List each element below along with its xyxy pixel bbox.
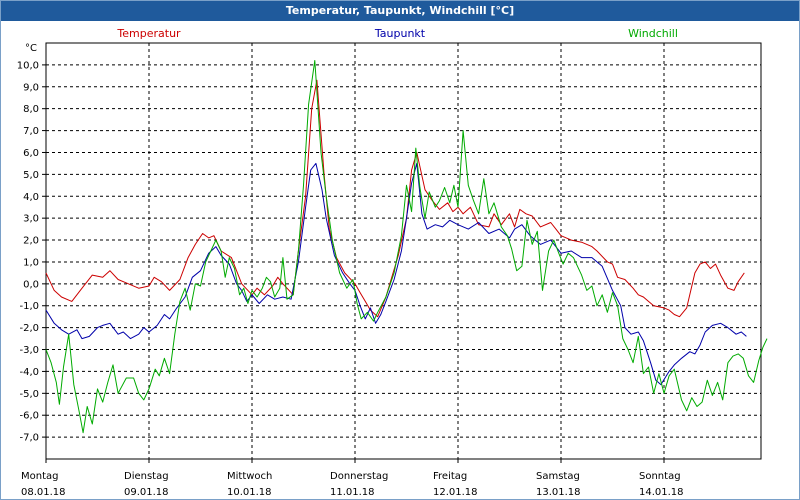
plot-area bbox=[45, 42, 762, 460]
legend: Temperatur Taupunkt Windchill bbox=[116, 27, 678, 40]
x-tick-date: 12.01.18 bbox=[433, 487, 478, 498]
y-tick-label: 5,0 bbox=[23, 170, 39, 181]
x-tick-weekday: Sonntag bbox=[639, 471, 681, 482]
y-tick-label: 4,0 bbox=[23, 192, 39, 203]
y-tick-label: 9,0 bbox=[23, 82, 39, 93]
y-unit-label: °C bbox=[25, 43, 37, 54]
series-lines bbox=[45, 60, 768, 434]
y-tick-label: 8,0 bbox=[23, 104, 39, 115]
x-tick-date: 11.01.18 bbox=[330, 487, 375, 498]
legend-windchill: Windchill bbox=[628, 27, 678, 40]
series-line-temperatur bbox=[45, 79, 745, 318]
window-title: Temperatur, Taupunkt, Windchill [°C] bbox=[1, 1, 799, 21]
chart-canvas: 10,0 9,0 8,0 7,0 6,0 5,0 4,0 3,0 2,0 1,0 0,0 -1,0 -2… bbox=[17, 27, 768, 498]
x-tick-date: 10.01.18 bbox=[227, 487, 272, 498]
y-tick-label: -6,0 bbox=[19, 411, 39, 422]
series-line-windchill bbox=[45, 60, 768, 434]
chart-window: 10,0 9,0 8,0 7,0 6,0 5,0 4,0 3,0 2,0 1,0 0,0 -1,0 -2… bbox=[0, 0, 800, 500]
y-tick-label: -3,0 bbox=[19, 345, 39, 356]
x-tick-weekday: Donnerstag bbox=[330, 471, 388, 482]
y-tick-labels: 10,0 9,0 8,0 7,0 6,0 5,0 4,0 3,0 2,0 1,0 0,0 -1,0 -2… bbox=[17, 60, 46, 444]
x-tick-date: 08.01.18 bbox=[21, 487, 66, 498]
y-tick-label: 7,0 bbox=[23, 126, 39, 137]
x-tick-weekday: Samstag bbox=[536, 471, 580, 482]
grid bbox=[46, 43, 761, 459]
y-tick-label: 1,0 bbox=[23, 257, 39, 268]
y-tick-label: -5,0 bbox=[19, 389, 39, 400]
y-tick-label: -1,0 bbox=[19, 301, 39, 312]
y-tick-label: 2,0 bbox=[23, 236, 39, 247]
x-tick-date: 09.01.18 bbox=[124, 487, 169, 498]
y-tick-label: 3,0 bbox=[23, 214, 39, 225]
y-tick-label: -4,0 bbox=[19, 367, 39, 378]
y-tick-label: 6,0 bbox=[23, 148, 39, 159]
x-tick-weekday: Dienstag bbox=[124, 471, 169, 482]
x-tick-date: 14.01.18 bbox=[639, 487, 684, 498]
x-tick-date: 13.01.18 bbox=[536, 487, 581, 498]
y-tick-label: -7,0 bbox=[19, 433, 39, 444]
y-tick-label: -2,0 bbox=[19, 323, 39, 334]
x-tick-weekday: Freitag bbox=[433, 471, 467, 482]
y-tick-label: 10,0 bbox=[17, 60, 39, 71]
x-tick-weekday: Mittwoch bbox=[227, 471, 272, 482]
legend-taupunkt: Taupunkt bbox=[374, 27, 426, 40]
y-tick-label: 0,0 bbox=[23, 279, 39, 290]
x-tick-labels: Montag 08.01.18 Dienstag 09.01.18 Mittwoch 10… bbox=[21, 459, 684, 498]
x-tick-weekday: Montag bbox=[21, 471, 58, 482]
legend-temperatur: Temperatur bbox=[116, 27, 181, 40]
